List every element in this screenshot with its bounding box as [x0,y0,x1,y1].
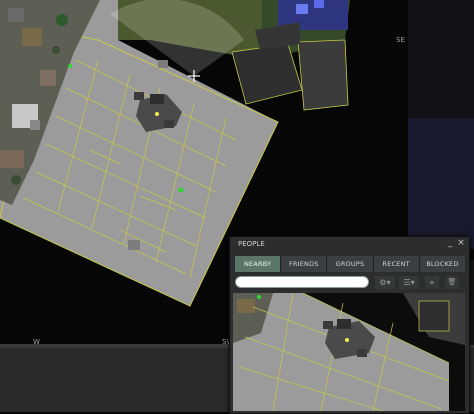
search-input[interactable] [235,276,369,288]
nearby-minimap[interactable] [233,293,465,411]
compass-label-w: W [33,338,40,346]
tab-friends[interactable]: FRIENDS [281,256,328,272]
tab-recent[interactable]: RECENT [373,256,420,272]
people-toolbar: ⚙▾ ☰▾ + 🗑 [235,276,465,290]
close-icon[interactable]: × [456,237,466,251]
minimap-avatar-icon[interactable] [257,295,261,299]
sort-list-icon[interactable]: ☰▾ [399,276,419,289]
add-friend-icon[interactable]: + [425,276,439,289]
tab-groups[interactable]: GROUPS [327,256,374,272]
people-panel: PEOPLE _ × NEARBY FRIENDS GROUPS RECENT … [229,236,470,414]
compass-label-se: SE [396,36,405,44]
options-gear-icon[interactable]: ⚙▾ [375,276,395,289]
minimap-self-icon [345,338,349,342]
avatar-dot-icon[interactable] [178,187,184,193]
people-panel-titlebar[interactable]: PEOPLE _ × [230,237,469,251]
self-marker-icon [155,112,159,116]
avatar-dot-icon[interactable] [68,64,72,68]
tab-nearby[interactable]: NEARBY [235,256,282,272]
tab-blocked[interactable]: BLOCKED [419,256,466,272]
people-tabs: NEARBY FRIENDS GROUPS RECENT BLOCKED [235,256,466,272]
people-panel-title: PEOPLE [238,240,265,248]
minimize-icon[interactable]: _ [445,237,455,251]
trash-icon[interactable]: 🗑 [445,276,459,289]
